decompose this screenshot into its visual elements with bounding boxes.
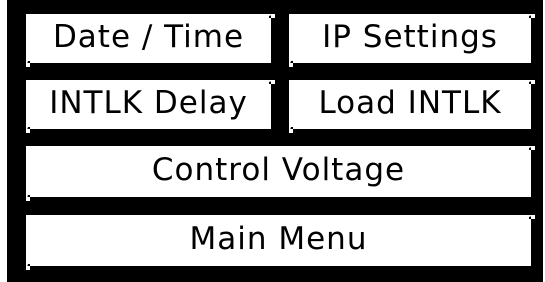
main-menu-label: Main Menu (189, 221, 368, 257)
corner-highlight (531, 215, 535, 219)
corner-highlight (26, 63, 30, 67)
corner-highlight (531, 80, 535, 84)
ip-settings-button[interactable]: IP Settings (289, 14, 535, 67)
corner-highlight (289, 129, 293, 133)
corner-highlight (26, 197, 30, 201)
corner-highlight (271, 80, 275, 84)
corner-highlight (531, 146, 535, 150)
control-voltage-button[interactable]: Control Voltage (26, 146, 535, 201)
corner-highlight (26, 129, 30, 133)
corner-highlight (531, 14, 535, 18)
load-intlk-label: Load INTLK (318, 85, 502, 121)
ip-settings-label: IP Settings (322, 19, 498, 55)
date-time-label: Date / Time (52, 19, 245, 55)
intlk-delay-label: INTLK Delay (49, 85, 248, 121)
load-intlk-button[interactable]: Load INTLK (289, 80, 535, 133)
main-menu-button[interactable]: Main Menu (26, 215, 535, 270)
corner-highlight (26, 266, 30, 270)
hmi-screen: Date / Time IP Settings INTLK Delay Load… (0, 0, 545, 282)
intlk-delay-button[interactable]: INTLK Delay (26, 80, 275, 133)
date-time-button[interactable]: Date / Time (26, 14, 275, 67)
corner-highlight (271, 14, 275, 18)
corner-highlight (289, 63, 293, 67)
control-voltage-label: Control Voltage (151, 152, 406, 188)
